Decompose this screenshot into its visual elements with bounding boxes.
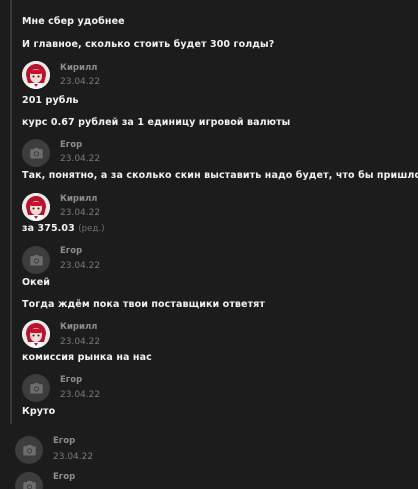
message-text: Мне сбер удобнее — [22, 16, 125, 27]
message-text: Круто — [22, 406, 56, 417]
user-avatar[interactable] — [22, 139, 50, 167]
message-date: 23.04.22 — [60, 390, 101, 400]
author-name[interactable]: Егор — [60, 246, 82, 256]
message-text: И главное, сколько стоить будет 300 голд… — [22, 39, 275, 50]
message-date: 23.04.22 — [53, 452, 94, 462]
message-date: 23.04.22 — [60, 77, 101, 87]
user-avatar[interactable] — [22, 246, 50, 274]
message-body: за 375.03 — [22, 223, 75, 234]
camera-icon — [22, 444, 36, 455]
message-date: 23.04.22 — [60, 337, 101, 347]
edited-marker: (ред.) — [78, 224, 105, 234]
anime-avatar-icon — [22, 61, 50, 89]
camera-icon — [29, 147, 43, 158]
user-avatar[interactable] — [22, 374, 50, 402]
thread-line — [10, 0, 12, 424]
author-name[interactable]: Кирилл — [60, 194, 97, 204]
user-avatar[interactable] — [15, 436, 43, 464]
anime-avatar-icon — [22, 320, 50, 348]
message-text: Окей — [22, 277, 51, 288]
message-text: комиссия рынка на нас — [22, 352, 152, 363]
message-date: 23.04.22 — [60, 261, 101, 271]
user-avatar[interactable] — [22, 193, 50, 221]
camera-icon — [29, 254, 43, 265]
anime-avatar-icon — [22, 193, 50, 221]
user-avatar[interactable] — [15, 472, 43, 489]
author-name[interactable]: Егор — [53, 436, 75, 446]
message-date: 23.04.22 — [60, 208, 101, 218]
message-text: за 375.03 (ред.) — [22, 223, 105, 234]
user-avatar[interactable] — [22, 61, 50, 89]
message-text: Тогда ждём пока твои поставщики ответят — [22, 299, 265, 310]
camera-icon — [22, 480, 36, 489]
message-date: 23.04.22 — [60, 154, 101, 164]
message-text: Так, понятно, а за сколько скин выставит… — [22, 170, 418, 181]
author-name[interactable]: Егор — [53, 472, 75, 482]
chat-thread: Мне сбер удобнее И главное, сколько стои… — [0, 0, 418, 489]
message-text: 201 рубль — [22, 95, 79, 106]
camera-icon — [29, 382, 43, 393]
author-name[interactable]: Егор — [60, 140, 82, 150]
message-text: курс 0.67 рублей за 1 единицу игровой ва… — [22, 117, 291, 128]
author-name[interactable]: Кирилл — [60, 322, 97, 332]
user-avatar[interactable] — [22, 320, 50, 348]
author-name[interactable]: Егор — [60, 375, 82, 385]
author-name[interactable]: Кирилл — [60, 63, 97, 73]
